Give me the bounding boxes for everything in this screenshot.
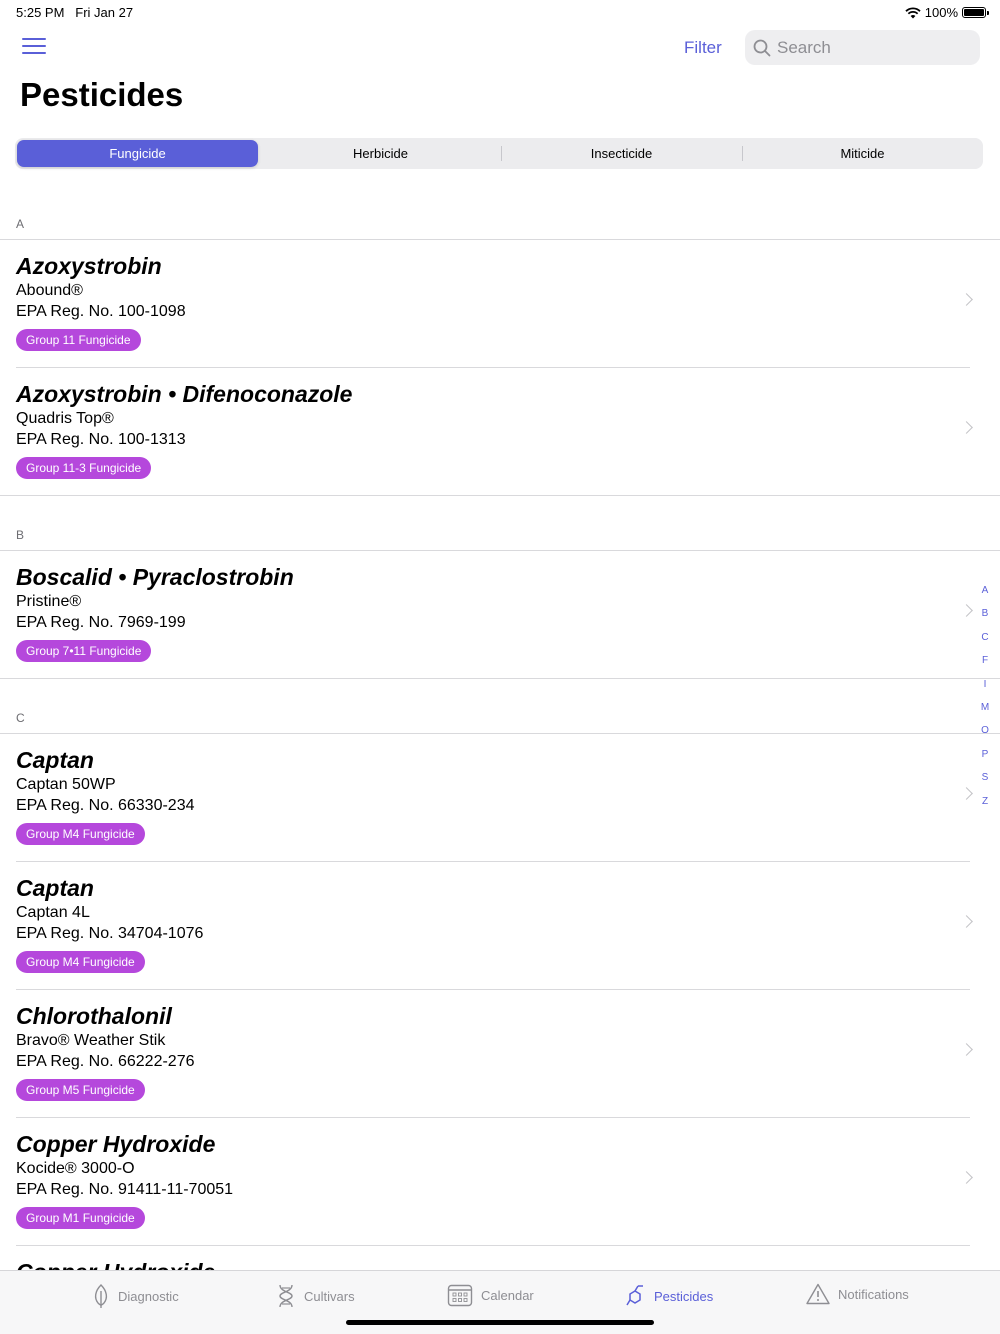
- active-ingredient: Captan: [16, 747, 94, 773]
- index-letter[interactable]: O: [980, 725, 990, 748]
- leaf-icon: [94, 1284, 108, 1308]
- section-header-c: C: [0, 694, 1000, 734]
- home-indicator: [346, 1320, 654, 1325]
- index-letter[interactable]: S: [980, 772, 990, 795]
- status-bar: 5:25 PM Fri Jan 27 100%: [0, 0, 1000, 24]
- group-badge: Group M4 Fungicide: [16, 823, 145, 845]
- epa-reg-no: EPA Reg. No. 91411-11-70051: [16, 1181, 234, 1198]
- tab-notifications[interactable]: Notifications: [806, 1283, 909, 1305]
- section-index-bar[interactable]: A B C F I M O P S Z: [980, 585, 990, 819]
- active-ingredient: Azoxystrobin: [16, 253, 162, 279]
- tab-label: Pesticides: [654, 1288, 714, 1304]
- group-badge: Group 11-3 Fungicide: [16, 457, 152, 479]
- list-item[interactable]: Copper Hydroxide Kocide® 3000-O EPA Reg.…: [0, 1118, 1000, 1246]
- search-icon: [753, 39, 771, 56]
- molecule-icon: [626, 1285, 643, 1306]
- section-header-b: B: [0, 511, 1000, 551]
- battery-percent: 100%: [924, 5, 958, 20]
- index-letter[interactable]: F: [980, 655, 990, 678]
- list-item[interactable]: Azoxystrobin • Difenoconazole Quadris To…: [0, 368, 1000, 496]
- index-letter[interactable]: C: [980, 632, 990, 655]
- list-item[interactable]: Copper Hydroxide: [0, 1246, 1000, 1270]
- active-ingredient: Captan: [16, 875, 94, 901]
- trade-name: Captan 4L: [16, 904, 90, 921]
- index-letter[interactable]: Z: [980, 796, 990, 819]
- tab-pesticides[interactable]: Pesticides: [624, 1283, 713, 1309]
- trade-name: Kocide® 3000-O: [16, 1160, 135, 1177]
- list-item[interactable]: Boscalid • Pyraclostrobin Pristine® EPA …: [0, 551, 1000, 679]
- group-badge: Group 11 Fungicide: [16, 329, 141, 351]
- index-letter[interactable]: A: [980, 585, 990, 608]
- active-ingredient: Chlorothalonil: [16, 1003, 172, 1029]
- tab-calendar[interactable]: Calendar: [447, 1283, 534, 1307]
- group-badge: Group M1 Fungicide: [16, 1207, 145, 1229]
- epa-reg-no: EPA Reg. No. 100-1313: [16, 431, 186, 448]
- tab-label: Cultivars: [304, 1288, 355, 1304]
- active-ingredient: Boscalid • Pyraclostrobin: [16, 564, 294, 590]
- filter-button[interactable]: Filter: [684, 38, 722, 58]
- calendar-icon: [447, 1284, 473, 1307]
- tab-label: Calendar: [481, 1287, 534, 1303]
- chevron-right-icon: [960, 915, 973, 928]
- dna-icon: [279, 1284, 293, 1308]
- pesticide-list[interactable]: A Azoxystrobin Abound® EPA Reg. No. 100-…: [0, 200, 1000, 1270]
- active-ingredient: Copper Hydroxide: [16, 1259, 215, 1270]
- tab-cultivars[interactable]: Cultivars: [276, 1283, 355, 1309]
- warning-icon: [806, 1283, 830, 1305]
- tab-label: Notifications: [838, 1286, 909, 1302]
- index-letter[interactable]: B: [980, 608, 990, 631]
- wifi-icon: [905, 6, 921, 18]
- trade-name: Quadris Top®: [16, 410, 114, 427]
- group-badge: Group M4 Fungicide: [16, 951, 145, 973]
- section-letter: B: [16, 528, 25, 542]
- epa-reg-no: EPA Reg. No. 7969-199: [16, 614, 186, 631]
- status-right: 100%: [905, 5, 989, 20]
- chevron-right-icon: [960, 1043, 973, 1056]
- active-ingredient: Azoxystrobin • Difenoconazole: [16, 381, 353, 407]
- chevron-right-icon: [960, 293, 973, 306]
- group-badge: Group M5 Fungicide: [16, 1079, 145, 1101]
- section-letter: C: [16, 711, 25, 725]
- epa-reg-no: EPA Reg. No. 100-1098: [16, 303, 186, 320]
- list-item[interactable]: Captan Captan 4L EPA Reg. No. 34704-1076…: [0, 862, 1000, 990]
- index-letter[interactable]: I: [980, 679, 990, 702]
- section-letter: A: [16, 217, 25, 231]
- trade-name: Abound®: [16, 282, 83, 299]
- section-header-a: A: [0, 200, 1000, 240]
- category-segmented-control: Fungicide Herbicide Insecticide Miticide: [15, 138, 983, 169]
- index-letter[interactable]: M: [980, 702, 990, 725]
- search-input[interactable]: [777, 37, 967, 58]
- epa-reg-no: EPA Reg. No. 66222-276: [16, 1053, 195, 1070]
- menu-icon[interactable]: [22, 38, 46, 58]
- group-badge: Group 7•11 Fungicide: [16, 640, 152, 662]
- segment-miticide[interactable]: Miticide: [742, 138, 983, 169]
- status-time: 5:25 PM Fri Jan 27: [16, 5, 133, 20]
- epa-reg-no: EPA Reg. No. 66330-234: [16, 797, 195, 814]
- time-text: 5:25 PM: [16, 5, 65, 20]
- segment-insecticide[interactable]: Insecticide: [501, 138, 742, 169]
- list-item[interactable]: Azoxystrobin Abound® EPA Reg. No. 100-10…: [0, 240, 1000, 368]
- trade-name: Pristine®: [16, 593, 82, 610]
- epa-reg-no: EPA Reg. No. 34704-1076: [16, 925, 204, 942]
- battery-icon: [962, 7, 989, 18]
- segment-fungicide[interactable]: Fungicide: [17, 140, 258, 167]
- trade-name: Captan 50WP: [16, 776, 116, 793]
- chevron-right-icon: [960, 604, 973, 617]
- chevron-right-icon: [960, 787, 973, 800]
- list-item[interactable]: Captan Captan 50WP EPA Reg. No. 66330-23…: [0, 734, 1000, 862]
- chevron-right-icon: [960, 421, 973, 434]
- segment-herbicide[interactable]: Herbicide: [260, 138, 501, 169]
- tab-diagnostic[interactable]: Diagnostic: [92, 1283, 179, 1309]
- active-ingredient: Copper Hydroxide: [16, 1131, 216, 1157]
- chevron-right-icon: [960, 1171, 973, 1184]
- page-title: Pesticides: [20, 76, 184, 113]
- list-item[interactable]: Chlorothalonil Bravo® Weather Stik EPA R…: [0, 990, 1000, 1118]
- index-letter[interactable]: P: [980, 749, 990, 772]
- trade-name: Bravo® Weather Stik: [16, 1032, 166, 1049]
- search-bar[interactable]: [745, 30, 980, 65]
- tab-label: Diagnostic: [118, 1288, 179, 1304]
- date-text: Fri Jan 27: [75, 5, 134, 20]
